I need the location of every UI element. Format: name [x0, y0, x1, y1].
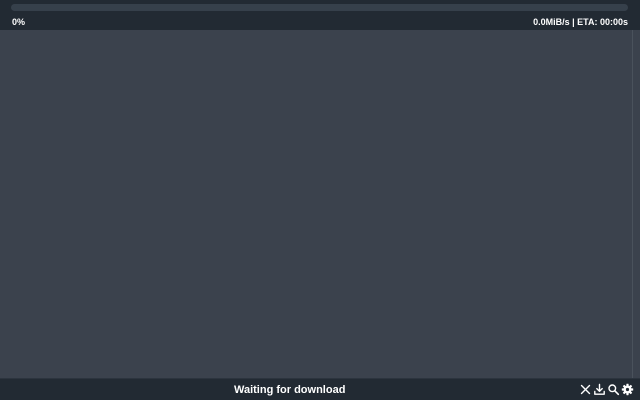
status-message: Waiting for download — [234, 384, 346, 396]
downloader-window: 0% 0.0MiB/s | ETA: 00:00s Waiting for do… — [0, 0, 640, 400]
status-footer: Waiting for download — [0, 378, 640, 400]
progress-header: 0% 0.0MiB/s | ETA: 00:00s — [0, 0, 640, 30]
speed-eta-readout: 0.0MiB/s | ETA: 00:00s — [533, 17, 628, 27]
search-icon[interactable] — [607, 383, 620, 396]
content-area — [0, 30, 632, 378]
progress-bar — [11, 4, 628, 11]
download-icon[interactable] — [593, 383, 606, 396]
close-icon[interactable] — [579, 383, 592, 396]
vertical-scrollbar[interactable] — [632, 30, 640, 378]
gear-icon[interactable] — [621, 383, 634, 396]
progress-percent: 0% — [12, 17, 26, 27]
